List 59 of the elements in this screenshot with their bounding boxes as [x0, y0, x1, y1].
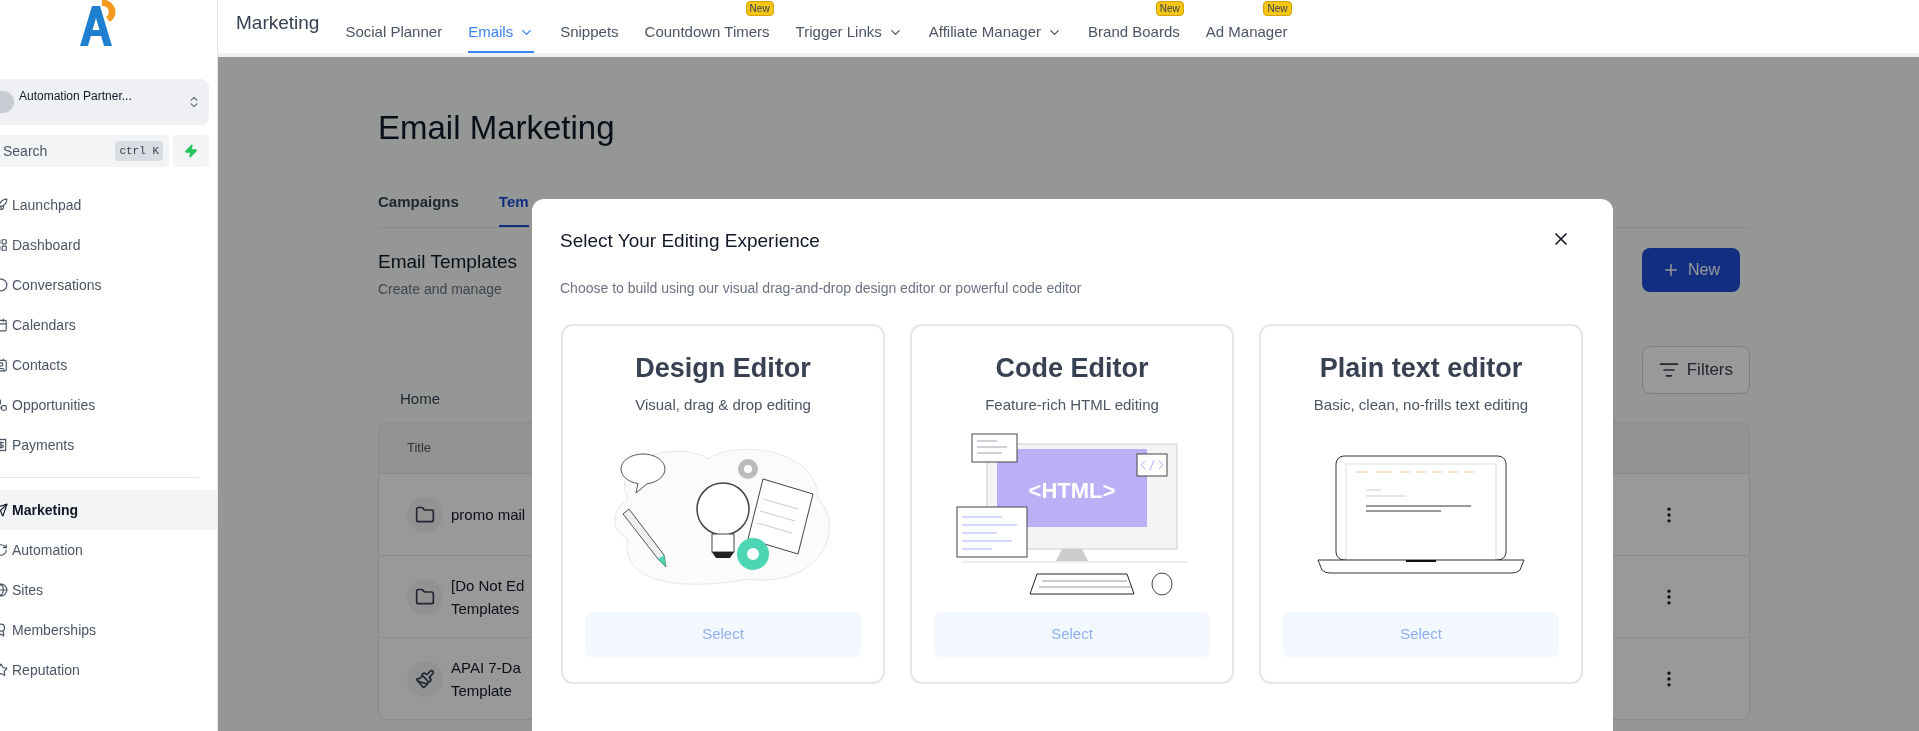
section-description: Create and manage	[378, 279, 503, 299]
nav-tab[interactable]: Snippets	[560, 13, 619, 53]
brush-icon	[415, 668, 435, 689]
sidebar-item[interactable]: Dashboard	[0, 225, 217, 265]
new-badge: New	[1155, 1, 1184, 16]
new-badge: New	[1263, 1, 1292, 16]
avatar-icon	[0, 91, 14, 113]
page-title: Email Marketing	[378, 108, 616, 148]
option-title: Code Editor	[995, 351, 1149, 385]
option-title: Design Editor	[635, 351, 811, 385]
nav-tab[interactable]: Ad Manager	[1205, 13, 1288, 53]
option-description: Basic, clean, no-frills text editing	[1313, 395, 1529, 415]
search-field[interactable]: Search ctrl K	[0, 135, 169, 167]
folder-icon	[415, 586, 435, 607]
nav-tab[interactable]: Brand Boards	[1088, 13, 1180, 53]
nav-tab[interactable]: Affiliate Manager	[928, 13, 1063, 53]
section-title: Marketing	[236, 10, 320, 35]
editor-option-card[interactable]: Plain text editor Basic, clean, no-frills text editing Select	[1259, 323, 1583, 684]
column-header: Title	[407, 439, 432, 458]
nav-tab[interactable]: Trigger Links	[795, 13, 903, 53]
sidebar-item[interactable]: Reputation	[0, 650, 217, 690]
editor-option-card[interactable]: Code Editor Feature-rich HTML editing <HTML> Select	[910, 323, 1234, 684]
dialog-title: Select Your Editing Experience	[560, 229, 820, 253]
sidebar-item[interactable]: Conversations	[0, 265, 217, 305]
folder-icon	[415, 504, 435, 525]
dialog-description: Choose to build using our visual drag-and-drop design editor or powerful code editor	[560, 278, 1083, 298]
template-name: APAI 7-Da Template	[451, 657, 521, 701]
template-name: promo mail	[451, 505, 526, 525]
option-description: Visual, drag & drop editing	[635, 395, 811, 415]
sidebar-item[interactable]: Contacts	[0, 345, 217, 385]
sidebar-item[interactable]: Opportunities	[0, 385, 217, 425]
sidebar-item[interactable]: Automation	[0, 530, 217, 570]
nav-tab[interactable]: Countdown Timers	[644, 13, 770, 53]
breadcrumb: Home	[400, 388, 440, 409]
sidebar-item[interactable]: Sites	[0, 570, 217, 610]
sidebar-item[interactable]: Marketing	[0, 490, 217, 530]
editor-option-card[interactable]: Design Editor Visual, drag & drop editing Select	[561, 323, 885, 684]
plus-icon	[1662, 261, 1680, 279]
account-name: Automation Partner...	[19, 88, 133, 105]
search-placeholder: Search	[3, 141, 49, 161]
sidebar-item[interactable]: Launchpad	[0, 185, 217, 225]
screen-label: <HTML>	[1027, 477, 1117, 505]
option-title: Plain text editor	[1319, 351, 1523, 385]
section-heading: Email Templates	[378, 250, 518, 274]
option-description: Feature-rich HTML editing	[985, 395, 1159, 415]
new-badge: New	[745, 1, 774, 16]
nav-tab[interactable]: Emails	[468, 13, 535, 53]
account-switcher[interactable]: Automation Partner...	[0, 79, 209, 125]
new-button[interactable]: New	[1642, 248, 1740, 292]
sidebar-item[interactable]: Memberships	[0, 610, 217, 650]
nav-tab[interactable]: Social Planner	[345, 13, 443, 53]
shortcut-key: ctrl K	[115, 140, 163, 162]
template-name: [Do Not Ed Templates	[451, 575, 525, 619]
filters-button[interactable]: Filters	[1641, 345, 1750, 394]
sidebar-item[interactable]: Calendars	[0, 305, 217, 345]
page-tab[interactable]: Tem	[498, 190, 529, 227]
sidebar-item[interactable]: Payments	[0, 425, 217, 465]
bolt-icon	[184, 144, 198, 158]
page-tab[interactable]: Campaigns	[378, 190, 459, 227]
